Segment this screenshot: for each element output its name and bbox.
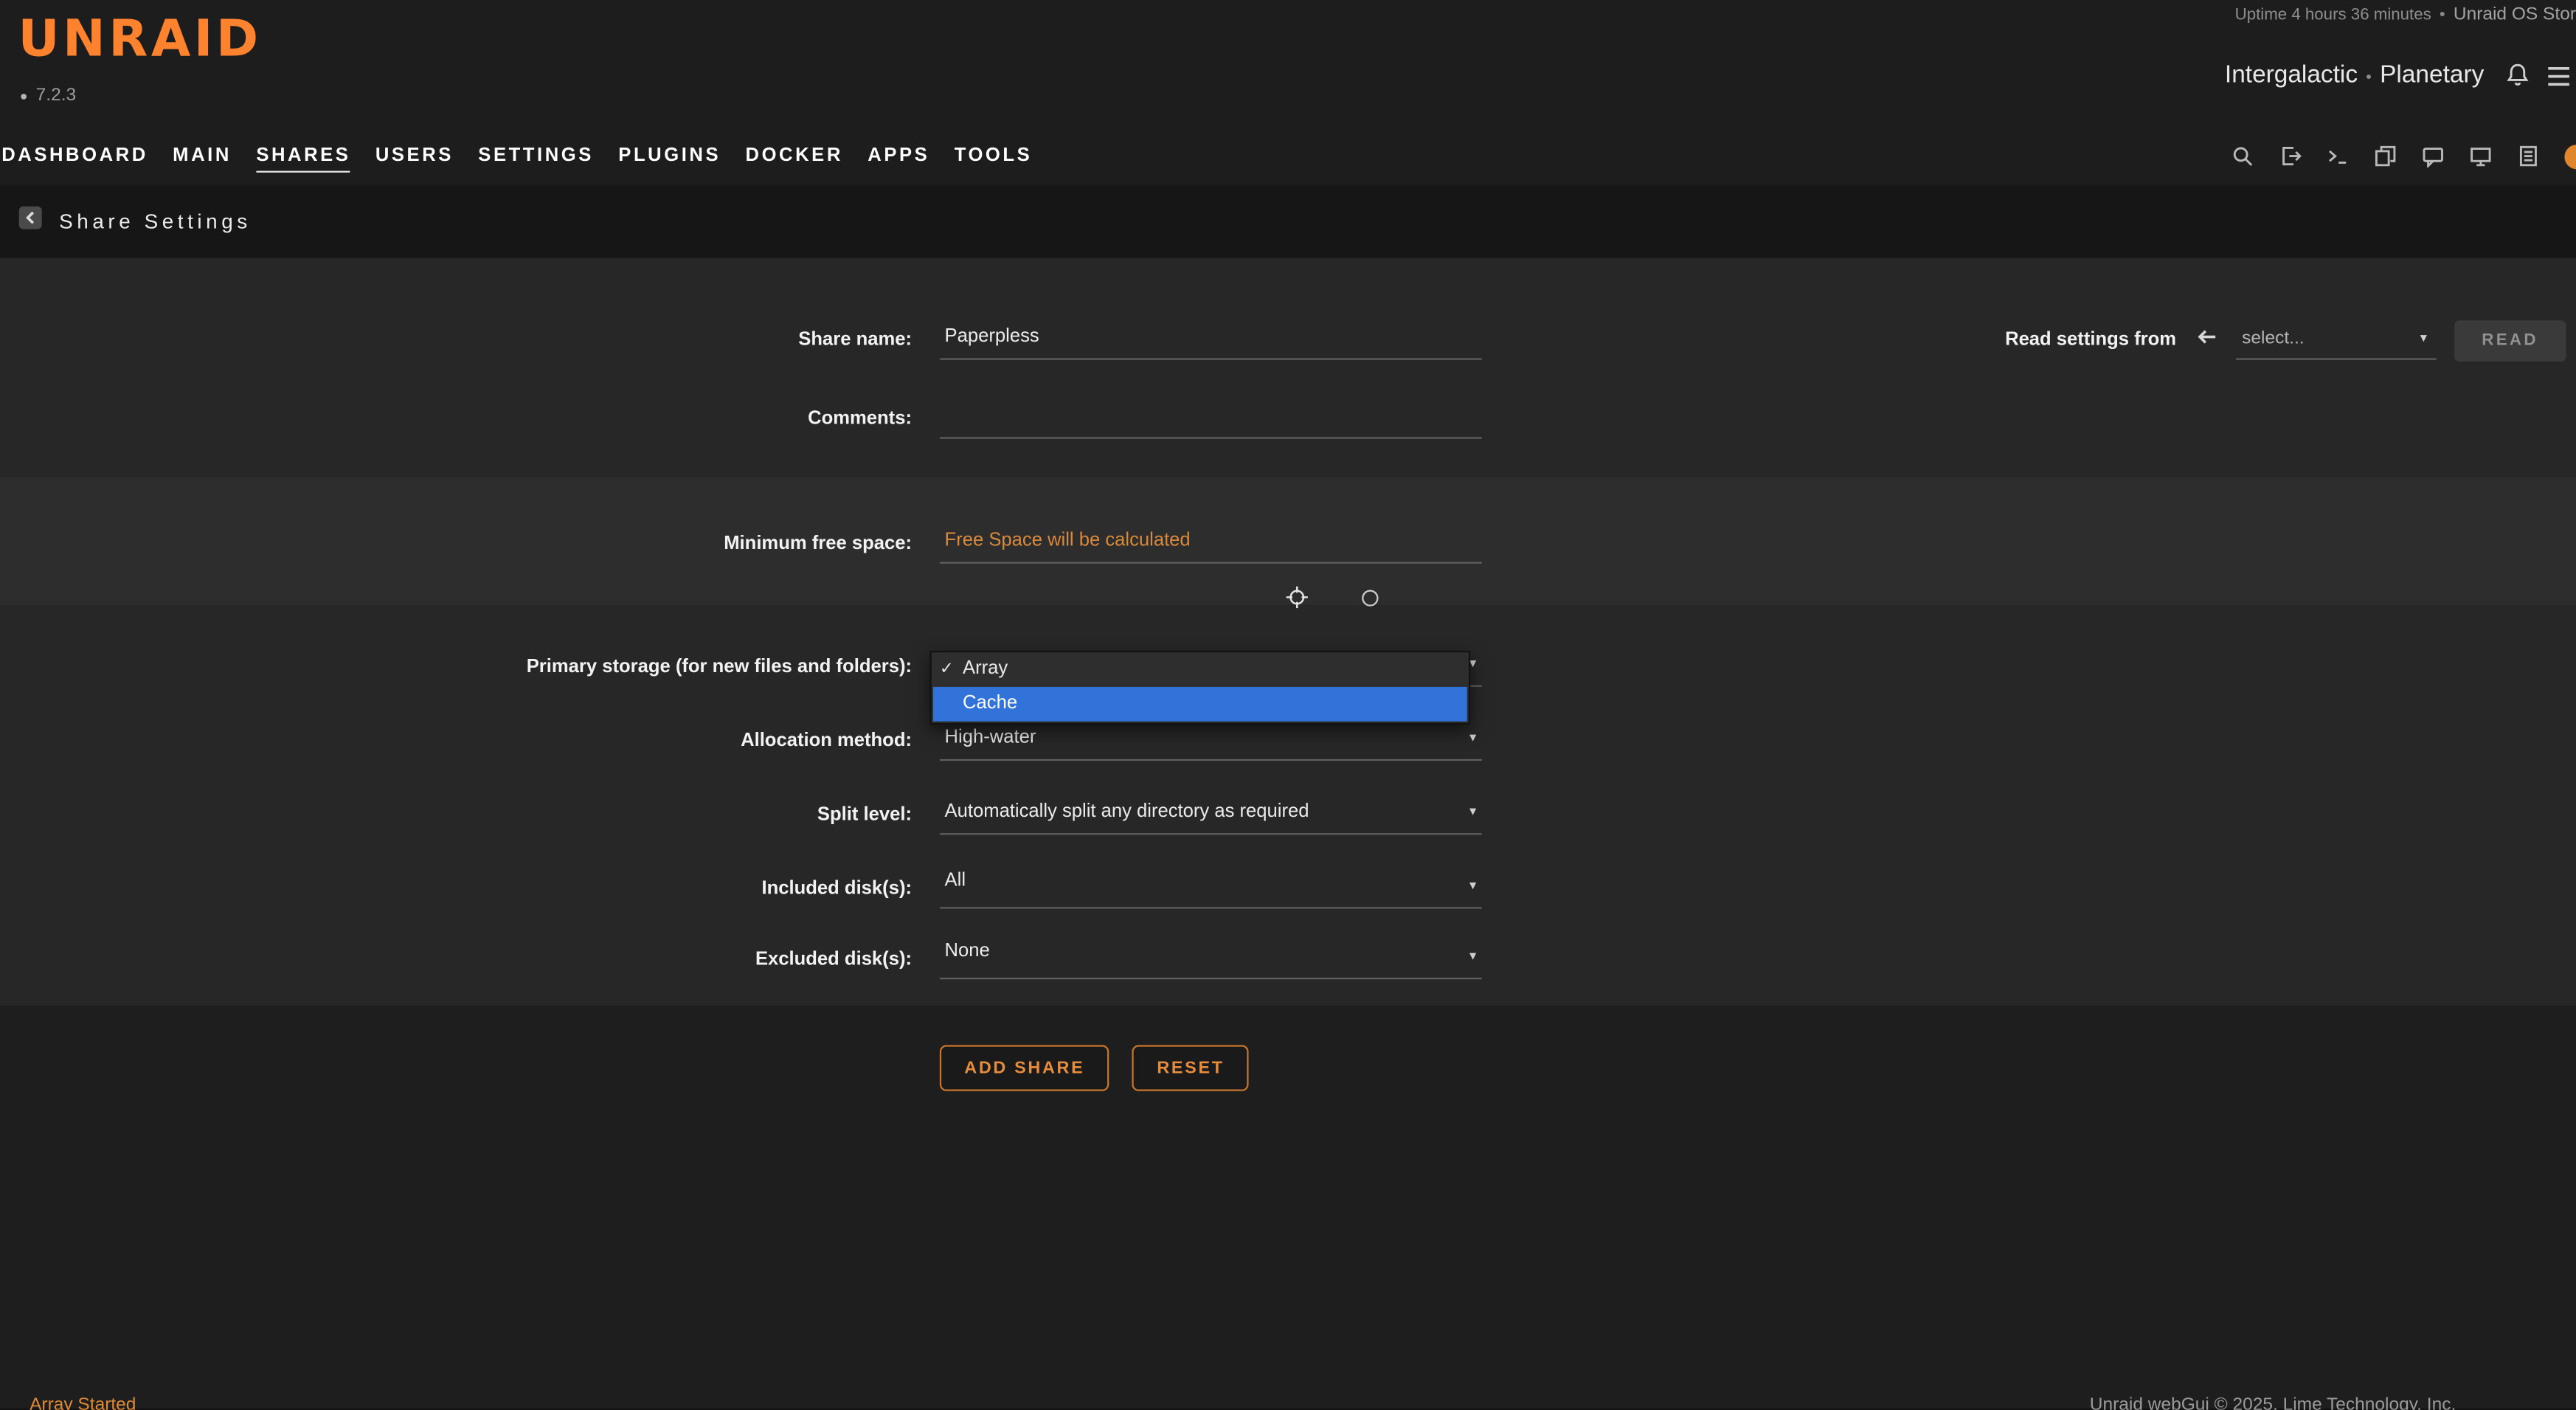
chevron-down-icon: ▼ <box>1467 806 1478 818</box>
primary-storage-dropdown: ✓ Array Cache <box>930 651 1471 725</box>
nav-shares[interactable]: SHARES <box>256 140 350 171</box>
read-button[interactable]: READ <box>2454 319 2566 361</box>
allocation-method-label: Allocation method: <box>0 718 912 764</box>
section-identity <box>0 258 2576 477</box>
version-number: 7.2.3 <box>36 86 76 106</box>
nav-main[interactable]: MAIN <box>173 142 232 171</box>
terminal-icon[interactable] <box>2326 145 2349 167</box>
read-settings-label: Read settings from <box>2005 331 2176 350</box>
nav-tools[interactable]: TOOLS <box>955 142 1033 171</box>
allocation-method-row: Allocation method: High-water ▼ <box>0 718 2576 764</box>
status-dot-icon: ● <box>20 88 28 103</box>
nav-settings[interactable]: SETTINGS <box>478 142 594 171</box>
min-free-space-input[interactable]: Free Space will be calculated <box>940 521 1482 564</box>
nav-apps[interactable]: APPS <box>868 142 929 171</box>
nav-docker[interactable]: DOCKER <box>746 142 843 171</box>
server-name: Intergalactic <box>2225 61 2358 89</box>
split-level-value: Automatically split any directory as req… <box>945 802 1309 822</box>
uptime-text: Uptime 4 hours 36 minutes <box>2235 7 2431 24</box>
bell-icon[interactable] <box>2505 63 2530 87</box>
bullet-separator: • <box>2358 69 2380 87</box>
nav-plugins[interactable]: PLUGINS <box>618 142 721 171</box>
comments-row: Comments: <box>0 396 2576 442</box>
comments-input[interactable] <box>940 396 1482 439</box>
header: UNRAID ● 7.2.3 Uptime 4 hours 36 minutes… <box>0 0 2576 186</box>
nav-users[interactable]: USERS <box>375 142 454 171</box>
allocation-method-value: High-water <box>945 728 1036 748</box>
share-name-label: Share name: <box>0 317 912 363</box>
form-actions: ADD SHARE RESET <box>940 1045 1249 1091</box>
unraid-webgui: UNRAID ● 7.2.3 Uptime 4 hours 36 minutes… <box>0 0 2576 1409</box>
reset-button[interactable]: RESET <box>1132 1045 1249 1091</box>
min-free-space-placeholder: Free Space will be calculated <box>945 531 1191 550</box>
split-level-row: Split level: Automatically split any dir… <box>0 792 2576 837</box>
page-titlebar: Share Settings <box>0 186 2576 258</box>
arrow-left-icon <box>2195 325 2217 356</box>
logout-icon[interactable] <box>2279 145 2302 167</box>
main-nav: DASHBOARD MAIN SHARES USERS SETTINGS PLU… <box>1 131 1032 181</box>
profile-circle-icon[interactable] <box>2564 144 2576 168</box>
split-level-select[interactable]: Automatically split any directory as req… <box>940 792 1482 834</box>
nav-dashboard[interactable]: DASHBOARD <box>1 142 148 171</box>
chat-icon[interactable] <box>2422 145 2445 167</box>
chevron-down-icon: ▼ <box>1467 733 1478 744</box>
version-label: ● 7.2.3 <box>20 86 76 106</box>
dropdown-option-label: Cache <box>963 694 1017 713</box>
pointer-ring-icon <box>1362 590 1378 606</box>
server-description: Planetary <box>2380 61 2484 89</box>
server-identity: Intergalactic•Planetary <box>2225 61 2484 89</box>
read-settings-cluster: Read settings from select... ▼ READ <box>2005 317 2566 363</box>
included-disks-row: Included disk(s): All ▼ <box>0 866 2576 912</box>
log-icon[interactable] <box>2517 145 2540 167</box>
uptime-line: Uptime 4 hours 36 minutes•Unraid OS Stor <box>2235 5 2576 25</box>
section-actions <box>0 1006 2576 1409</box>
included-disks-label: Included disk(s): <box>0 866 912 912</box>
page-title: Share Settings <box>59 210 252 233</box>
nav-utility-icons <box>2231 131 2576 181</box>
chevron-down-icon: ▼ <box>1467 951 1478 963</box>
primary-storage-label: Primary storage (for new files and folde… <box>0 644 912 690</box>
menu-icon[interactable] <box>2546 66 2571 87</box>
os-description: Unraid OS Stor <box>2454 5 2576 25</box>
dropdown-option-array[interactable]: ✓ Array <box>932 652 1469 687</box>
add-share-button[interactable]: ADD SHARE <box>940 1045 1109 1091</box>
monitor-icon[interactable] <box>2469 145 2492 167</box>
included-disks-value: All <box>945 871 966 891</box>
comments-label: Comments: <box>0 396 912 442</box>
unraid-logo[interactable]: UNRAID <box>18 10 261 69</box>
chevron-down-icon: ▼ <box>2418 334 2429 345</box>
excluded-disks-value: None <box>945 941 990 961</box>
read-settings-select-value: select... <box>2242 328 2304 348</box>
share-settings-form: Share name: Paperpless Read settings fro… <box>0 258 2576 1409</box>
chevron-down-icon: ▼ <box>1467 881 1478 893</box>
split-level-label: Split level: <box>0 792 912 837</box>
share-name-value: Paperpless <box>945 327 1039 347</box>
excluded-disks-row: Excluded disk(s): None ▼ <box>0 936 2576 982</box>
dropdown-option-cache[interactable]: Cache <box>933 687 1467 722</box>
excluded-disks-label: Excluded disk(s): <box>0 936 912 982</box>
min-free-space-row: Minimum free space: Free Space will be c… <box>0 521 2576 567</box>
bullet-separator: • <box>2431 7 2454 24</box>
share-name-input[interactable]: Paperpless <box>940 317 1482 360</box>
excluded-disks-select[interactable]: None ▼ <box>940 936 1482 979</box>
copy-icon[interactable] <box>2374 145 2397 167</box>
cursor-crosshair-icon <box>1285 585 1309 609</box>
search-icon[interactable] <box>2231 145 2254 167</box>
read-settings-select[interactable]: select... ▼ <box>2235 320 2436 359</box>
min-free-space-label: Minimum free space: <box>0 521 912 567</box>
check-icon: ✓ <box>940 652 954 687</box>
dropdown-option-label: Array <box>963 659 1008 679</box>
included-disks-select[interactable]: All ▼ <box>940 866 1482 909</box>
back-icon[interactable] <box>18 205 42 238</box>
